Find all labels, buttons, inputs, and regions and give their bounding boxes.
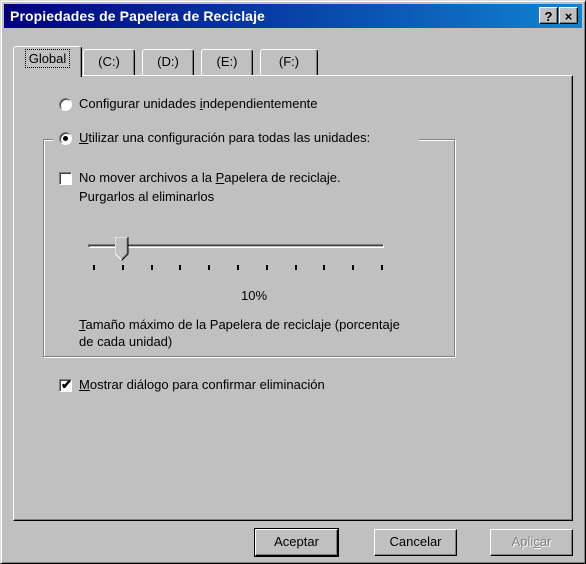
slider-tick [121, 265, 124, 270]
tab-label: (F:) [278, 54, 300, 69]
apply-button[interactable]: Aplicar [490, 529, 573, 556]
label-text: No mover archivos a la [79, 170, 216, 185]
slider-tick [237, 265, 239, 270]
recycle-bin-properties-dialog: Propiedades de Papelera de Reciclaje ? ×… [0, 0, 586, 564]
slider-track [88, 244, 384, 248]
slider-tick [352, 265, 355, 270]
slider-value: 10% [241, 288, 268, 303]
radio-independent[interactable] [59, 98, 72, 111]
tab-label: (D:) [157, 54, 179, 69]
label-text: ar [539, 534, 552, 549]
slider-tick [208, 265, 211, 270]
max-size-label-line2: de cada unidad) [79, 334, 173, 349]
tab-global[interactable]: Global [13, 46, 82, 77]
title-bar: Propiedades de Papelera de Reciclaje ? × [4, 4, 582, 28]
label-text: apelera de reciclaje. [224, 170, 341, 185]
accelerator-key: U [79, 130, 89, 145]
max-size-label: Tamaño máximo de la Papelera de reciclaj… [79, 317, 400, 332]
slider-tick [323, 265, 326, 270]
radio-single-config-label[interactable]: Utilizar una configuración para todas la… [79, 130, 370, 145]
slider-tick [93, 265, 95, 270]
accelerator-key: M [79, 377, 90, 392]
confirm-delete-label[interactable]: Mostrar diálogo para confirmar eliminaci… [79, 377, 325, 392]
tab-e[interactable]: (E:) [201, 49, 253, 76]
slider-tick [179, 265, 182, 270]
tab-d[interactable]: (D:) [142, 49, 194, 76]
window-title: Propiedades de Papelera de Reciclaje [10, 8, 265, 24]
label-text: ostrar diálogo para confirmar eliminació… [89, 377, 325, 392]
slider-tick [294, 265, 297, 270]
slider-tick [265, 265, 268, 270]
check-icon: ✔ [61, 377, 72, 392]
slider-tick [150, 265, 153, 270]
label-text: tilizar una configuración para todas las… [88, 130, 371, 145]
label-text: amaño máximo de la Papelera de reciclaje… [85, 317, 400, 332]
radio-single-config[interactable] [59, 132, 72, 145]
help-button[interactable]: ? [539, 7, 558, 24]
slider-thumb[interactable] [114, 237, 129, 261]
tab-label: (E:) [216, 54, 238, 69]
tab-label: Global [24, 49, 71, 68]
radio-selected-dot [63, 136, 68, 141]
tab-c[interactable]: (C:) [83, 49, 135, 76]
tab-f[interactable]: (F:) [260, 49, 318, 76]
label-text: Apli [511, 534, 534, 549]
label-text: ndependientemente [202, 96, 318, 111]
no-move-checkbox[interactable] [59, 172, 72, 185]
no-move-label[interactable]: No mover archivos a la Papelera de recic… [79, 170, 341, 185]
no-move-label-line2: Purgarlos al eliminarlos [79, 189, 215, 204]
confirm-delete-checkbox[interactable]: ✔ [59, 377, 72, 392]
slider-tick [381, 265, 383, 270]
accelerator-key: P [215, 170, 225, 185]
close-button[interactable]: × [559, 7, 578, 24]
tab-label: (C:) [98, 54, 120, 69]
label-text: Configurar unidades [79, 96, 200, 111]
cancel-button[interactable]: Cancelar [374, 529, 457, 556]
radio-independent-label[interactable]: Configurar unidades independientemente [79, 96, 318, 111]
ok-button[interactable]: Aceptar [254, 528, 339, 557]
